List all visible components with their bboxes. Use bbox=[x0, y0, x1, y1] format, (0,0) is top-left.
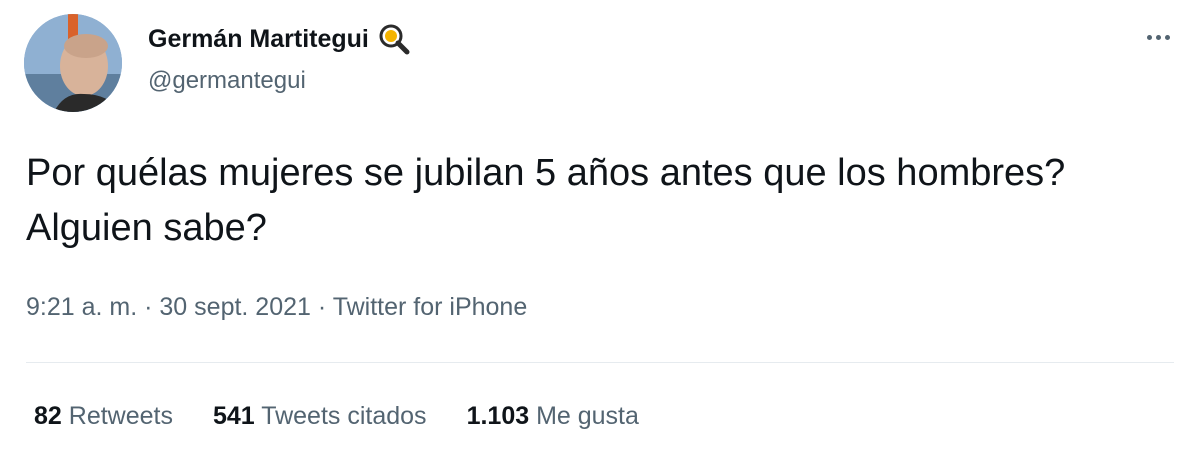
more-options-icon-dot bbox=[1155, 34, 1161, 40]
meta-separator: · bbox=[317, 293, 327, 321]
meta-separator: · bbox=[144, 293, 153, 321]
retweets-label: Retweets bbox=[68, 402, 173, 430]
avatar-image bbox=[24, 14, 122, 112]
more-options-icon-dot bbox=[1164, 34, 1170, 40]
tweet-stats: 82 Retweets 541 Tweets citados 1.103 Me … bbox=[34, 400, 679, 432]
quotes-label: Tweets citados bbox=[261, 402, 427, 430]
more-options-button[interactable] bbox=[1138, 22, 1178, 52]
tweet-card: Germán Martitegui @germantegui Por quéla… bbox=[0, 0, 1200, 461]
tweet-meta: 9:21 a. m. · 30 sept. 2021 · Twitter for… bbox=[26, 290, 527, 324]
likes-label: Me gusta bbox=[536, 402, 639, 430]
user-handle[interactable]: @germantegui bbox=[148, 66, 306, 96]
likes-stat[interactable]: 1.103 Me gusta bbox=[467, 400, 639, 432]
tweet-time[interactable]: 9:21 a. m. bbox=[26, 293, 137, 321]
more-options-icon bbox=[1146, 34, 1152, 40]
quote-tweets-stat[interactable]: 541 Tweets citados bbox=[213, 400, 427, 432]
magnifying-glass-icon bbox=[377, 22, 411, 56]
retweets-stat[interactable]: 82 Retweets bbox=[34, 400, 173, 432]
divider bbox=[26, 362, 1174, 363]
tweet-date[interactable]: 30 sept. 2021 bbox=[159, 293, 311, 321]
quotes-count: 541 bbox=[212, 402, 255, 430]
tweet-text: Por quélas mujeres se jubilan 5 años ant… bbox=[26, 152, 1066, 249]
tweet-source[interactable]: Twitter for iPhone bbox=[333, 293, 528, 321]
display-name[interactable]: Germán Martitegui bbox=[148, 24, 369, 54]
user-name-row: Germán Martitegui bbox=[148, 22, 411, 56]
retweets-count: 82 bbox=[34, 402, 62, 430]
avatar[interactable] bbox=[24, 14, 122, 112]
likes-count: 1.103 bbox=[466, 402, 530, 430]
